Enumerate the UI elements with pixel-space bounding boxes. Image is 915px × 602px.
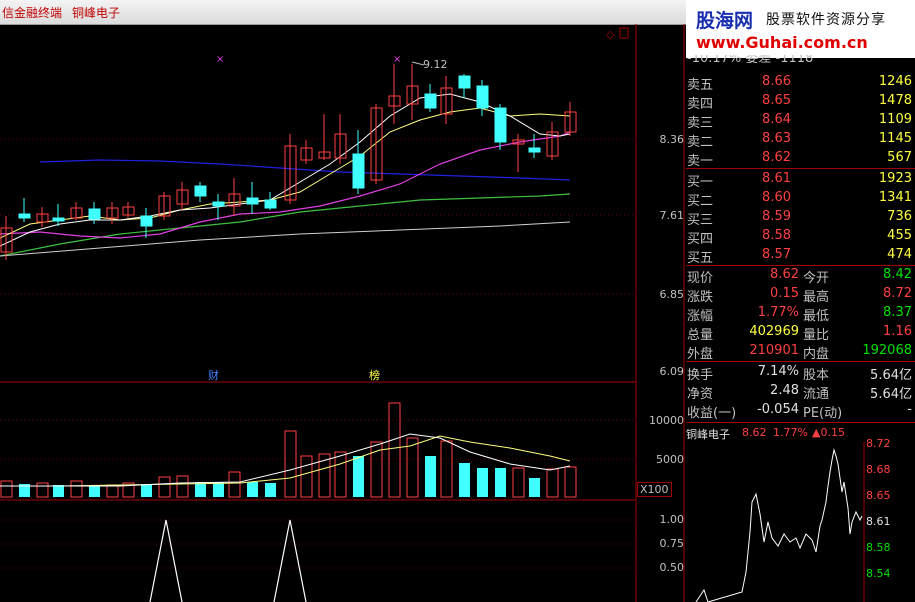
- ma-green-line: [0, 193, 571, 257]
- stat-row: 现价 8.62 今开 8.42: [687, 267, 912, 286]
- divider: [686, 361, 915, 362]
- mini-price: 8.62: [742, 426, 767, 439]
- stat-row: 换手 7.14% 股本 5.64亿: [687, 364, 912, 383]
- stock-title: 铜峰电子: [72, 6, 121, 20]
- order-ratio-row: -10.17% 委差 -1118: [687, 55, 814, 63]
- finance-tag[interactable]: 财: [206, 367, 221, 383]
- bid-row[interactable]: 买三 8.59 736: [686, 208, 915, 228]
- indicator-tick: 1.00: [659, 513, 685, 526]
- bid-row[interactable]: 买二 8.60 1341: [686, 189, 915, 209]
- ma-white-long-line: [0, 221, 571, 257]
- mini-tick: 8.58: [866, 541, 891, 554]
- watermark-logo: 股海网 股票软件资源分享 www.Guhai.com.cn: [686, 0, 915, 58]
- mini-pct: 1.77%: [773, 426, 808, 439]
- marker-x: ×: [393, 54, 401, 65]
- divider: [686, 168, 915, 169]
- volume-unit: X100: [637, 482, 672, 497]
- ask-row[interactable]: 卖四 8.65 1478: [686, 92, 915, 112]
- bid-row[interactable]: 买四 8.58 455: [686, 227, 915, 247]
- mini-change: ▲0.15: [812, 426, 845, 439]
- ask-row[interactable]: 卖五 8.66 1246: [686, 73, 915, 93]
- candlesticks: [0, 64, 577, 260]
- ask-row[interactable]: 卖三 8.64 1109: [686, 111, 915, 131]
- logo-text: 股海网: [696, 10, 754, 32]
- indicator-tick: 0.75: [659, 537, 685, 550]
- high-price-marker: 9.12: [423, 58, 448, 71]
- mini-tick: 8.61: [866, 515, 891, 528]
- stat-row: 收益(一) -0.054 PE(动) -: [687, 402, 912, 421]
- stat-row: 涨幅 1.77% 最低 8.37: [687, 305, 912, 324]
- indicator-line: [149, 519, 183, 602]
- mini-tick: 8.65: [866, 489, 891, 502]
- price-tick: 8.36: [659, 133, 685, 146]
- intraday-price-line: [695, 448, 863, 602]
- mini-tick: 8.72: [866, 437, 891, 450]
- logo-tagline: 股票软件资源分享: [766, 12, 886, 28]
- indicator-line: [273, 519, 307, 602]
- volume-tick: 5000: [656, 453, 684, 466]
- mini-tick: 8.68: [866, 463, 891, 476]
- app-title: 信金融终端: [2, 6, 63, 20]
- ask-row[interactable]: 卖一 8.62 567: [686, 149, 915, 169]
- price-tick: 7.61: [659, 209, 685, 222]
- kline-chart[interactable]: ◇ × ×: [0, 24, 686, 602]
- volume-bars: [0, 402, 577, 498]
- stat-row: 净资 2.48 流通 5.64亿: [687, 383, 912, 402]
- stat-row: 涨跌 0.15 最高 8.72: [687, 286, 912, 305]
- price-tick: 6.85: [659, 288, 685, 301]
- logo-url: www.Guhai.com.cn: [696, 33, 868, 52]
- volume-tick: 10000: [649, 414, 684, 427]
- bid-row[interactable]: 买五 8.57 474: [686, 246, 915, 266]
- mini-tick: 8.54: [866, 567, 891, 580]
- divider: [686, 422, 915, 423]
- marker-x: ×: [216, 54, 224, 65]
- stat-row: 总量 402969 量比 1.16: [687, 324, 912, 343]
- stat-row: 外盘 210901 内盘 192068: [687, 343, 912, 362]
- mini-stock-name: 铜峰电子: [686, 428, 730, 441]
- diamond-icon[interactable]: ◇: [606, 28, 615, 41]
- ask-row[interactable]: 卖二 8.63 1145: [686, 130, 915, 150]
- bid-row[interactable]: 买一 8.61 1923: [686, 170, 915, 190]
- panel-toggle-icon[interactable]: [619, 27, 629, 39]
- price-tick: 6.09: [659, 365, 685, 378]
- ma-blue-line: [39, 159, 571, 181]
- indicator-tick: 0.50: [659, 561, 685, 574]
- ranking-tag[interactable]: 榜: [367, 367, 382, 383]
